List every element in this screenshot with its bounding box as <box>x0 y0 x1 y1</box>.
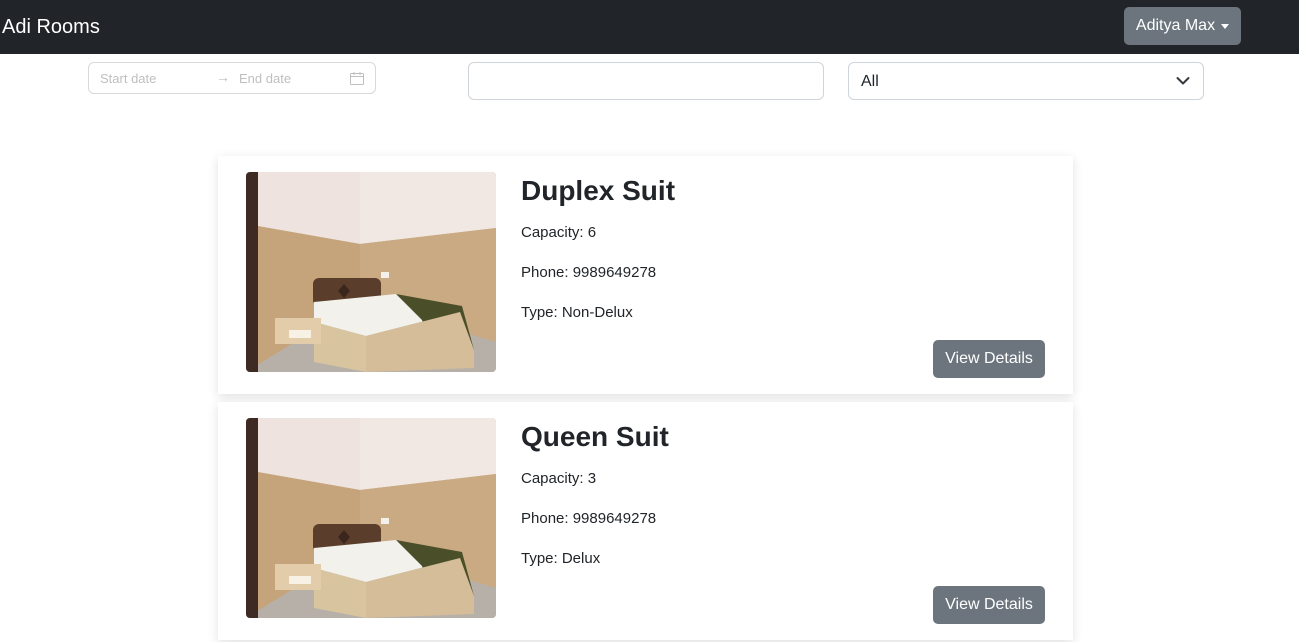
chevron-down-icon <box>1176 77 1190 85</box>
start-date-input[interactable]: Start date <box>100 71 156 86</box>
room-type-select[interactable]: All <box>848 62 1204 100</box>
room-capacity: Capacity: 6 <box>521 224 597 241</box>
room-photo <box>246 172 496 372</box>
calendar-icon <box>350 72 364 85</box>
room-card: Queen Suit Capacity: 3 Phone: 9989649278… <box>218 402 1073 640</box>
view-details-button[interactable]: View Details <box>933 340 1045 378</box>
room-type-select-value: All <box>861 73 879 90</box>
room-phone: Phone: 9989649278 <box>521 510 657 527</box>
user-menu-label: Aditya Max <box>1135 17 1216 34</box>
caret-down-icon <box>1221 24 1230 29</box>
end-date-input[interactable]: End date <box>239 71 291 86</box>
room-name: Duplex Suit <box>521 175 676 206</box>
view-details-button[interactable]: View Details <box>933 586 1045 624</box>
room-capacity: Capacity: 3 <box>521 470 597 487</box>
arrow-right-icon: → <box>216 69 230 85</box>
top-navbar: Adi Rooms Aditya Max <box>0 0 1299 54</box>
room-type: Type: Non-Delux <box>521 304 633 321</box>
brand-logo-text[interactable]: Adi Rooms <box>2 14 100 40</box>
room-photo <box>246 418 496 618</box>
room-card: Duplex Suit Capacity: 6 Phone: 998964927… <box>218 156 1073 394</box>
date-range-picker[interactable]: Start date → End date <box>88 62 376 94</box>
room-type: Type: Delux <box>521 550 601 567</box>
user-menu-button[interactable]: Aditya Max <box>1124 7 1241 45</box>
room-phone: Phone: 9989649278 <box>521 264 657 281</box>
search-input[interactable] <box>468 62 824 100</box>
room-name: Queen Suit <box>521 421 669 452</box>
